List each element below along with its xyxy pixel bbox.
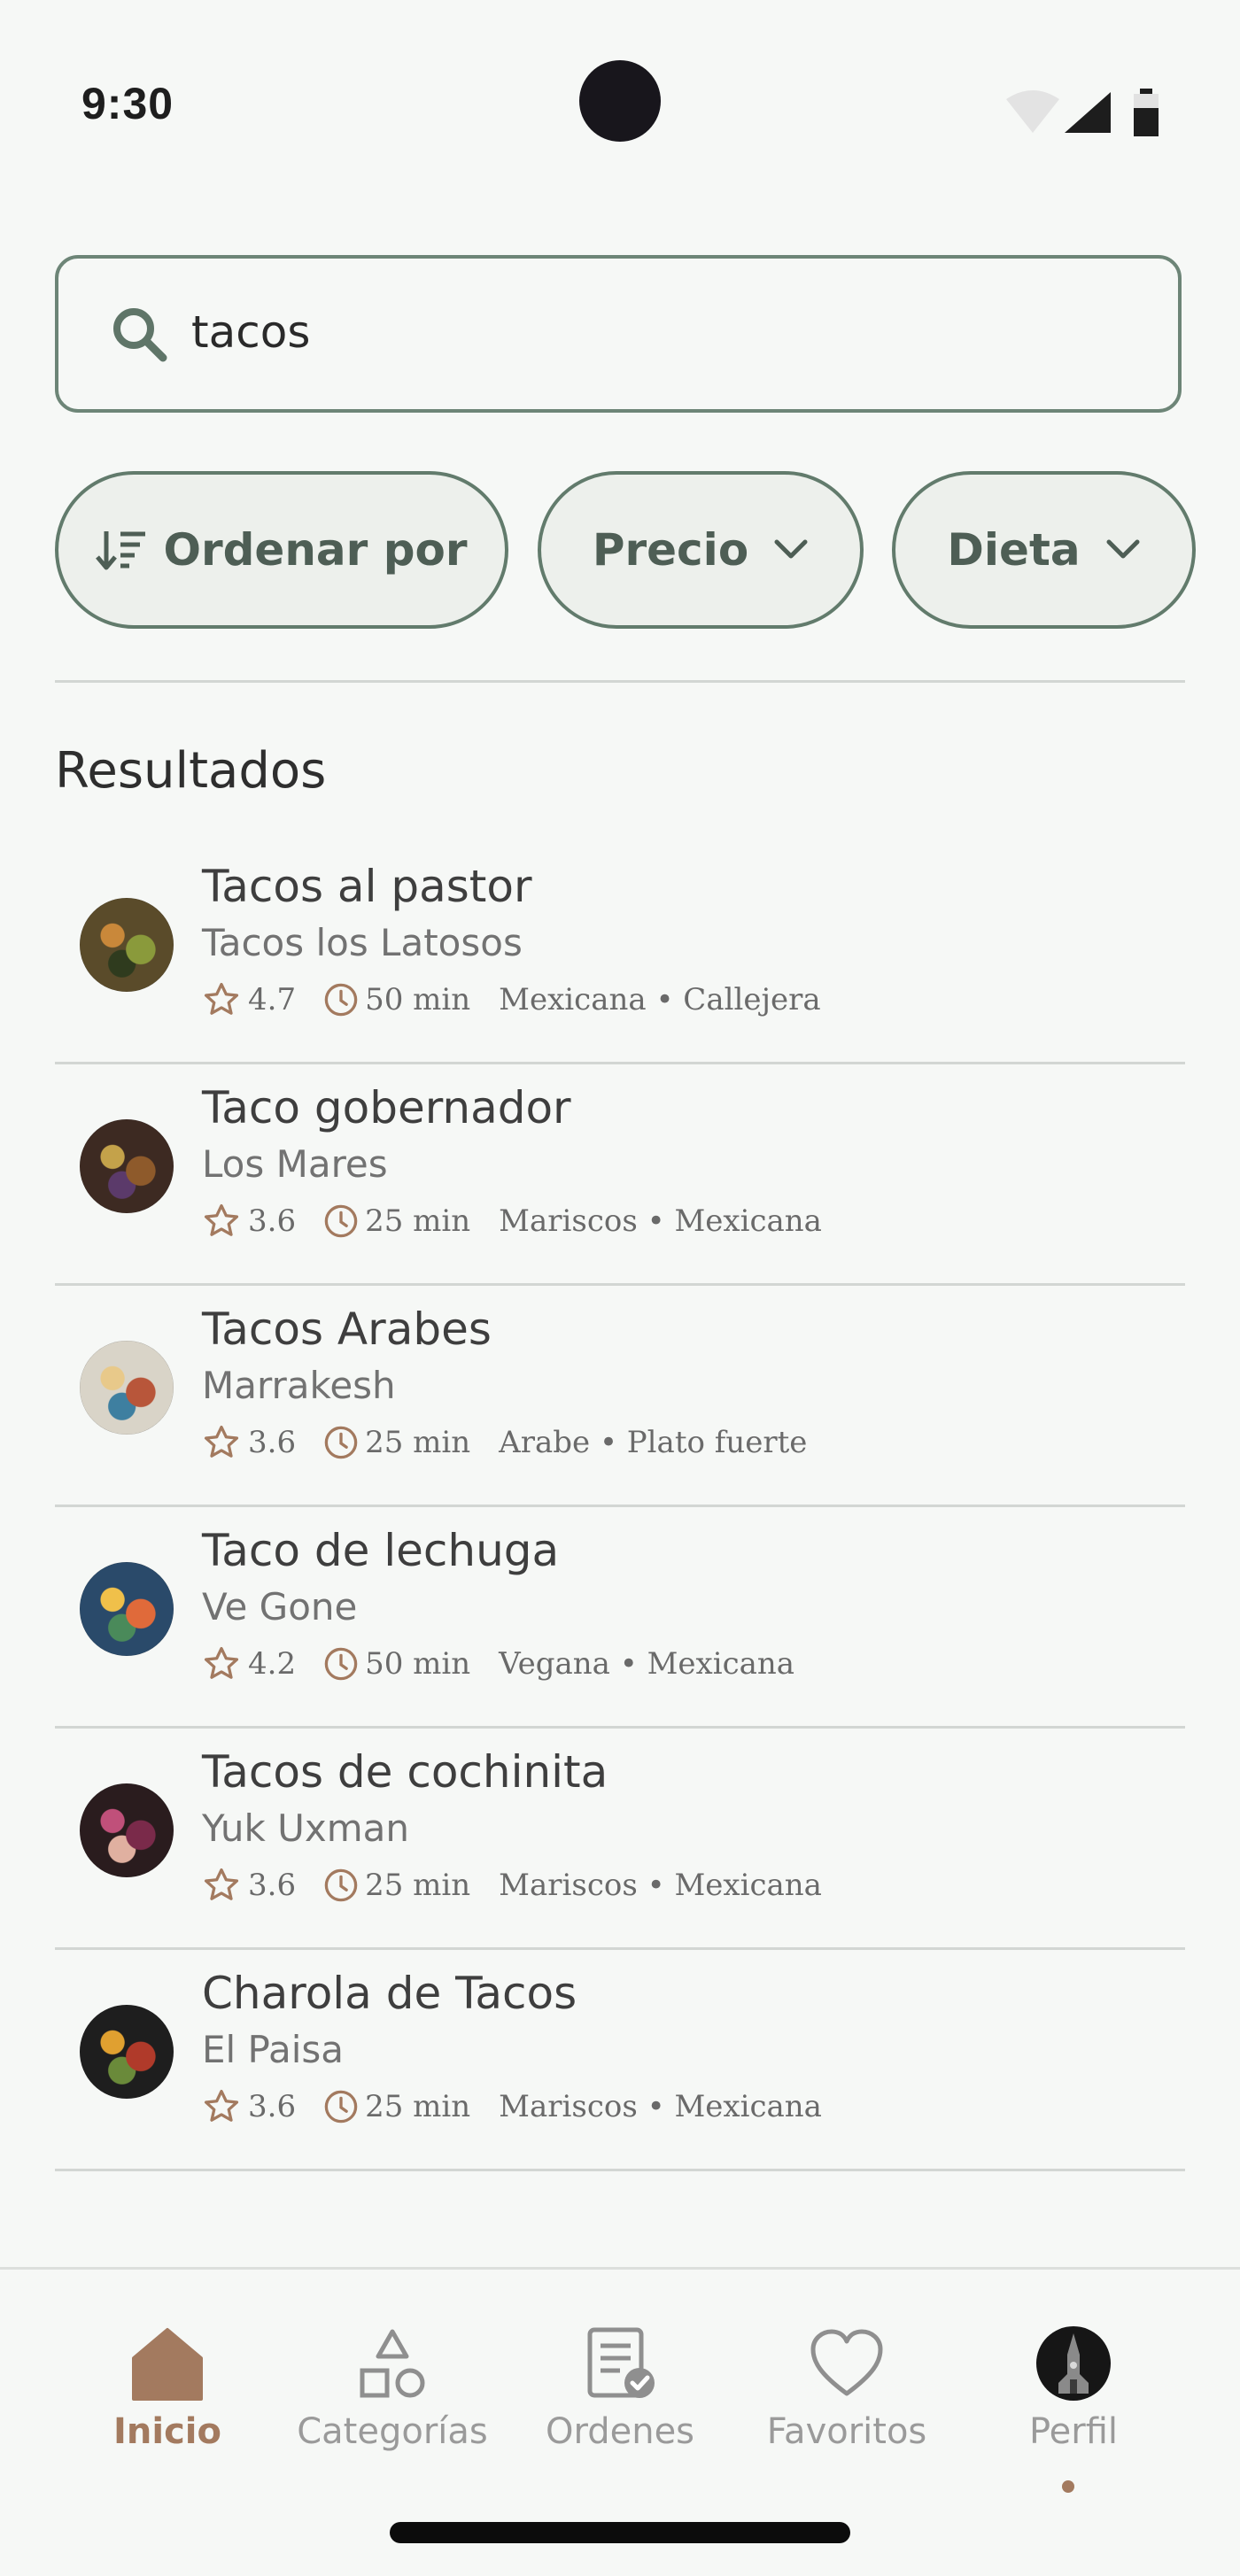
- search-value: tacos: [191, 306, 311, 358]
- restaurant-name: Ve Gone: [202, 1585, 358, 1628]
- dish-thumbnail: [80, 1341, 174, 1435]
- chevron-down-icon: [774, 539, 808, 559]
- categories-icon: [360, 2329, 425, 2398]
- prep-time: 25 min: [365, 1868, 471, 1903]
- status-bar: 9:30: [0, 0, 1240, 213]
- star-icon: [204, 1646, 239, 1679]
- home-indicator[interactable]: [390, 2522, 850, 2543]
- rating-value: 4.7: [248, 982, 297, 1017]
- star-icon: [204, 1425, 239, 1458]
- price-label: Precio: [592, 524, 749, 576]
- cuisine-tags: Vegana • Mexicana: [499, 1646, 795, 1682]
- profile-avatar: [1036, 2326, 1111, 2401]
- dish-meta: 3.6 25 min Mariscos • Mexicana: [202, 1199, 822, 1243]
- nav-label: Categorías: [297, 2411, 488, 2452]
- nav-item-perfil[interactable]: Perfil: [967, 2314, 1180, 2493]
- prep-time: 25 min: [365, 2089, 471, 2124]
- home-icon: [132, 2328, 203, 2401]
- results-heading: Resultados: [55, 742, 327, 800]
- dish-name: Taco gobernador: [202, 1082, 571, 1133]
- dish-name: Tacos Arabes: [202, 1303, 492, 1355]
- rating-value: 4.2: [248, 1646, 297, 1682]
- prep-time: 50 min: [365, 1646, 471, 1682]
- divider: [55, 680, 1185, 683]
- result-item[interactable]: Taco gobernador Los Mares 3.6 25 min Mar…: [55, 1064, 1185, 1286]
- search-input[interactable]: tacos: [55, 255, 1182, 413]
- prep-time: 25 min: [365, 1203, 471, 1239]
- nav-label: Ordenes: [545, 2411, 695, 2452]
- battery-icon: [1134, 89, 1159, 136]
- clock-icon: [324, 1204, 358, 1238]
- dish-meta: 3.6 25 min Mariscos • Mexicana: [202, 1863, 822, 1907]
- cuisine-tags: Mariscos • Mexicana: [499, 1868, 822, 1903]
- clock-icon: [324, 1647, 358, 1681]
- row-divider: [55, 2169, 1185, 2171]
- diet-label: Dieta: [947, 524, 1081, 576]
- dish-thumbnail: [80, 1119, 174, 1213]
- nav-label: Perfil: [1028, 2411, 1119, 2452]
- sort-button[interactable]: Ordenar por: [55, 471, 508, 629]
- rating-value: 3.6: [248, 1203, 297, 1239]
- cuisine-tags: Arabe • Plato fuerte: [499, 1425, 808, 1460]
- heart-icon: [810, 2329, 883, 2396]
- dish-thumbnail: [80, 898, 174, 992]
- dish-name: Tacos al pastor: [202, 861, 532, 912]
- dish-meta: 4.7 50 min Mexicana • Callejera: [202, 978, 821, 1022]
- result-item[interactable]: Tacos de cochinita Yuk Uxman 3.6 25 min …: [55, 1729, 1185, 1950]
- price-filter-dropdown[interactable]: Precio: [538, 471, 864, 629]
- star-icon: [204, 2089, 239, 2122]
- prep-time: 50 min: [365, 982, 471, 1017]
- search-icon: [113, 308, 167, 362]
- result-item[interactable]: Tacos al pastor Tacos los Latosos 4.7 50…: [55, 843, 1185, 1064]
- dish-meta: 3.6 25 min Arabe • Plato fuerte: [202, 1420, 807, 1465]
- status-time: 9:30: [81, 79, 174, 128]
- nav-item-favoritos[interactable]: Favoritos: [740, 2314, 953, 2491]
- star-icon: [204, 982, 239, 1015]
- clock-icon: [324, 983, 358, 1017]
- nav-item-inicio[interactable]: Inicio: [61, 2314, 274, 2491]
- star-icon: [204, 1868, 239, 1900]
- rating-value: 3.6: [248, 1425, 297, 1460]
- nav-item-categorias[interactable]: Categorías: [286, 2314, 499, 2491]
- restaurant-name: Los Mares: [202, 1142, 388, 1186]
- nav-item-ordenes[interactable]: Ordenes: [514, 2314, 726, 2491]
- wifi-icon: [1006, 90, 1059, 133]
- diet-filter-dropdown[interactable]: Dieta: [892, 471, 1196, 629]
- nav-label: Inicio: [113, 2411, 221, 2452]
- status-icons: [1006, 89, 1159, 136]
- restaurant-name: El Paisa: [202, 2028, 345, 2071]
- cuisine-tags: Mariscos • Mexicana: [499, 2089, 822, 2124]
- restaurant-name: Yuk Uxman: [202, 1806, 409, 1850]
- rating-value: 3.6: [248, 1868, 297, 1903]
- orders-icon: [587, 2327, 655, 2398]
- chevron-down-icon: [1106, 539, 1140, 559]
- restaurant-name: Marrakesh: [202, 1364, 396, 1407]
- clock-icon: [324, 1868, 358, 1902]
- result-item[interactable]: Taco de lechuga Ve Gone 4.2 50 min Vegan…: [55, 1507, 1185, 1729]
- restaurant-name: Tacos los Latosos: [202, 921, 523, 964]
- dish-meta: 3.6 25 min Mariscos • Mexicana: [202, 2085, 822, 2129]
- clock-icon: [324, 1426, 358, 1459]
- cuisine-tags: Mariscos • Mexicana: [499, 1203, 822, 1239]
- clock-icon: [324, 2090, 358, 2123]
- nav-label: Favoritos: [766, 2411, 927, 2452]
- signal-icon: [1065, 92, 1111, 133]
- result-item[interactable]: Tacos Arabes Marrakesh 3.6 25 min Arabe …: [55, 1286, 1185, 1507]
- prep-time: 25 min: [365, 1425, 471, 1460]
- rating-value: 3.6: [248, 2089, 297, 2124]
- dish-thumbnail: [80, 2005, 174, 2099]
- cuisine-tags: Mexicana • Callejera: [499, 982, 821, 1017]
- dish-name: Charola de Tacos: [202, 1968, 577, 2019]
- dish-name: Tacos de cochinita: [202, 1746, 608, 1798]
- dish-thumbnail: [80, 1783, 174, 1877]
- star-icon: [204, 1203, 239, 1236]
- sort-icon: [96, 531, 146, 570]
- active-indicator-dot: [1062, 2480, 1074, 2493]
- sort-label: Ordenar por: [163, 524, 468, 576]
- camera-cutout: [579, 60, 661, 142]
- dish-thumbnail: [80, 1562, 174, 1656]
- result-item[interactable]: Charola de Tacos El Paisa 3.6 25 min Mar…: [55, 1950, 1185, 2171]
- dish-meta: 4.2 50 min Vegana • Mexicana: [202, 1642, 794, 1686]
- dish-name: Taco de lechuga: [202, 1525, 560, 1576]
